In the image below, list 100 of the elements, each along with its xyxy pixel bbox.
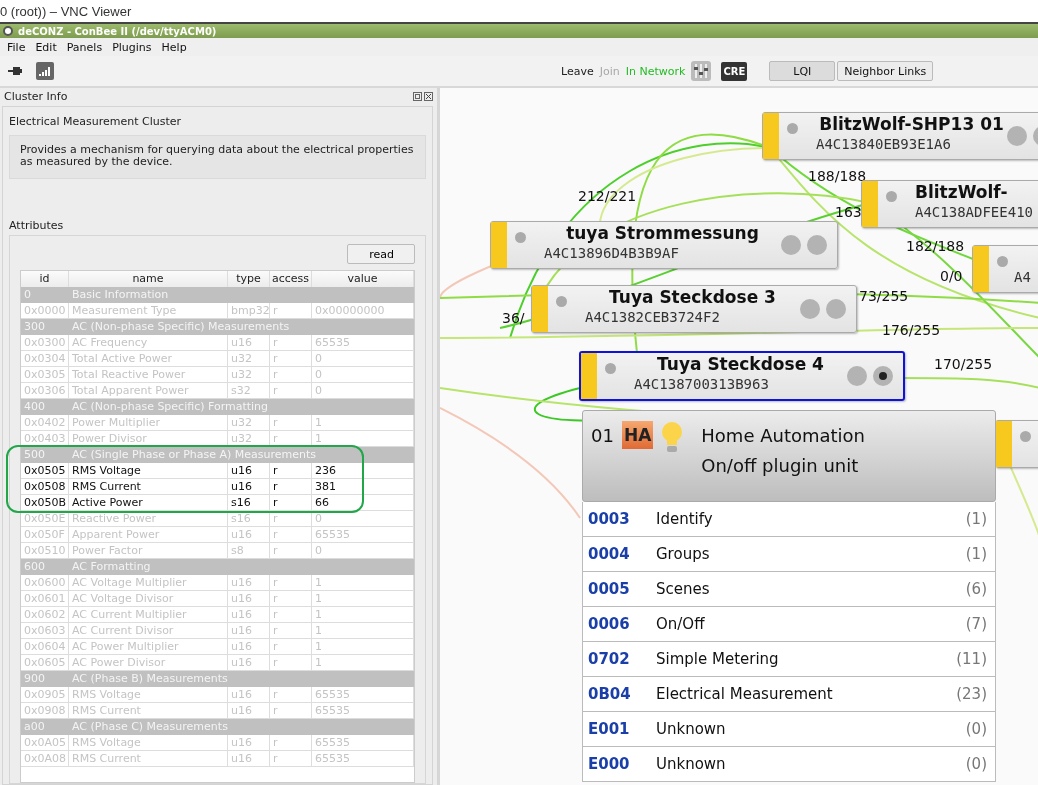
float-icon[interactable] <box>413 91 422 101</box>
table-cell: u16 <box>228 575 270 591</box>
node-address: A4C13840EB93E1A6 <box>816 135 952 153</box>
table-cell: 0 <box>312 351 414 367</box>
node-strip <box>763 113 779 159</box>
cluster-id: 0003 <box>588 510 631 528</box>
cluster-name: Unknown <box>656 720 727 738</box>
panel-title: Cluster Info <box>4 89 68 103</box>
cluster-row[interactable]: 0004 Groups (1) <box>582 537 996 572</box>
node-name: Tuya Steckdose 4 <box>656 353 825 375</box>
menu-item[interactable]: Edit <box>35 40 57 54</box>
cluster-name: Scenes <box>656 580 711 598</box>
node-address: A4C13896D4B3B9AF <box>544 244 680 262</box>
app-icon <box>3 26 13 36</box>
cluster-name: Electrical Measurement <box>656 685 834 703</box>
node-name: tuya Strommessung <box>565 222 760 244</box>
table-cell: u16 <box>228 527 270 543</box>
status-dot <box>787 123 798 134</box>
node-strip <box>491 222 507 268</box>
cluster-row[interactable]: E001 Unknown (0) <box>582 712 996 747</box>
table-cell: u16 <box>228 623 270 639</box>
table-cell: u16 <box>228 607 270 623</box>
device-node[interactable]: BlitzWolf- A4C138ADFEE410 <box>861 180 1038 228</box>
table-cell: 0x0508 <box>21 479 69 495</box>
device-node[interactable]: Tuya Steckdose 4 A4C138700313B963 <box>579 351 905 401</box>
table-cell: AC Current Multiplier <box>69 607 228 623</box>
table-cell: AC Power Multiplier <box>69 639 228 655</box>
column-header[interactable]: name <box>69 271 228 287</box>
table-cell: 0x0305 <box>21 367 69 383</box>
table-cell: u16 <box>228 591 270 607</box>
table-cell: r <box>270 607 312 623</box>
table-cell: RMS Current <box>69 479 228 495</box>
table-cell: r <box>270 479 312 495</box>
table-cell: u16 <box>228 463 270 479</box>
menu-item[interactable]: Plugins <box>112 40 152 54</box>
menu-item[interactable]: File <box>7 40 26 54</box>
read-button[interactable]: read <box>347 244 415 264</box>
table-cell: 0x0602 <box>21 607 69 623</box>
table-cell: 65535 <box>312 751 414 767</box>
table-cell: Active Power <box>69 495 228 511</box>
table-cell: 1 <box>312 415 414 431</box>
cluster-row[interactable]: 0B04 Electrical Measurement (23) <box>582 677 996 712</box>
cluster-id: E000 <box>588 755 631 773</box>
table-cell: AC Current Divisor <box>69 623 228 639</box>
attribute-count: (0) <box>965 720 987 738</box>
table-cell: s16 <box>228 511 270 527</box>
cluster-name: Unknown <box>656 755 727 773</box>
cluster-row[interactable]: 0702 Simple Metering (11) <box>582 642 996 677</box>
table-cell: Power Multiplier <box>69 415 228 431</box>
cluster-row[interactable]: 0006 On/Off (7) <box>582 607 996 642</box>
node-name: BlitzWolf-SHP13 01 <box>818 113 1005 135</box>
column-header[interactable]: value <box>312 271 414 287</box>
table-cell: r <box>270 351 312 367</box>
node-strip <box>973 246 989 292</box>
table-cell: u16 <box>228 335 270 351</box>
cluster-row[interactable]: 0005 Scenes (6) <box>582 572 996 607</box>
column-header[interactable]: type <box>228 271 270 287</box>
attribute-count: (1) <box>965 545 987 563</box>
cluster-row[interactable]: 0003 Identify (1) <box>582 502 996 537</box>
toolbar-link[interactable]: Leave <box>561 64 594 78</box>
table-cell: Total Reactive Power <box>69 367 228 383</box>
table-cell: u16 <box>228 687 270 703</box>
sliders-icon[interactable] <box>691 61 712 81</box>
status-dot <box>515 232 526 243</box>
link-quality-label: 170/255 <box>934 356 993 372</box>
port-icon[interactable] <box>873 366 893 386</box>
table-cell: 0x0905 <box>21 687 69 703</box>
endpoint-number: 01 <box>591 424 614 448</box>
status-dot <box>556 296 567 307</box>
column-header[interactable]: access <box>270 271 312 287</box>
table-cell: r <box>270 639 312 655</box>
menu-item[interactable]: Panels <box>66 40 103 54</box>
table-cell: r <box>270 415 312 431</box>
device-node[interactable]: A4 <box>972 245 1038 293</box>
table-cell: 1 <box>312 639 414 655</box>
cre-badge[interactable]: CRE <box>721 61 748 81</box>
cluster-name: Electrical Measurement Cluster <box>9 115 183 128</box>
node-strip <box>581 353 597 399</box>
table-cell: u32 <box>228 351 270 367</box>
node-address: A4C1382CEB3724F2 <box>585 308 721 326</box>
close-icon[interactable] <box>424 91 433 101</box>
cluster-name: On/Off <box>656 615 706 633</box>
window-title: deCONZ - ConBee II (/dev/ttyACM0) <box>18 25 217 37</box>
network-status: In Network <box>625 64 686 78</box>
table-cell: r <box>270 495 312 511</box>
table-cell: 1 <box>312 623 414 639</box>
device-node[interactable]: BlitzWolf-SHP13 01 A4C13840EB93E1A6 <box>762 112 1038 160</box>
column-header[interactable]: id <box>21 271 69 287</box>
cluster-row[interactable]: E000 Unknown (0) <box>582 747 996 782</box>
table-cell: 0x0601 <box>21 591 69 607</box>
toolbar-button[interactable]: LQI <box>769 61 836 81</box>
profile-badge: HA <box>621 421 654 449</box>
menu-item[interactable]: Help <box>161 40 187 54</box>
table-cell: 1 <box>312 591 414 607</box>
cluster-id: 0B04 <box>588 685 632 703</box>
signal-icon[interactable] <box>36 62 54 80</box>
table-cell: 0x0300 <box>21 335 69 351</box>
table-cell: 0x0604 <box>21 639 69 655</box>
toolbar-button[interactable]: Neighbor Links <box>837 61 934 81</box>
table-cell: AC Voltage Divisor <box>69 591 228 607</box>
